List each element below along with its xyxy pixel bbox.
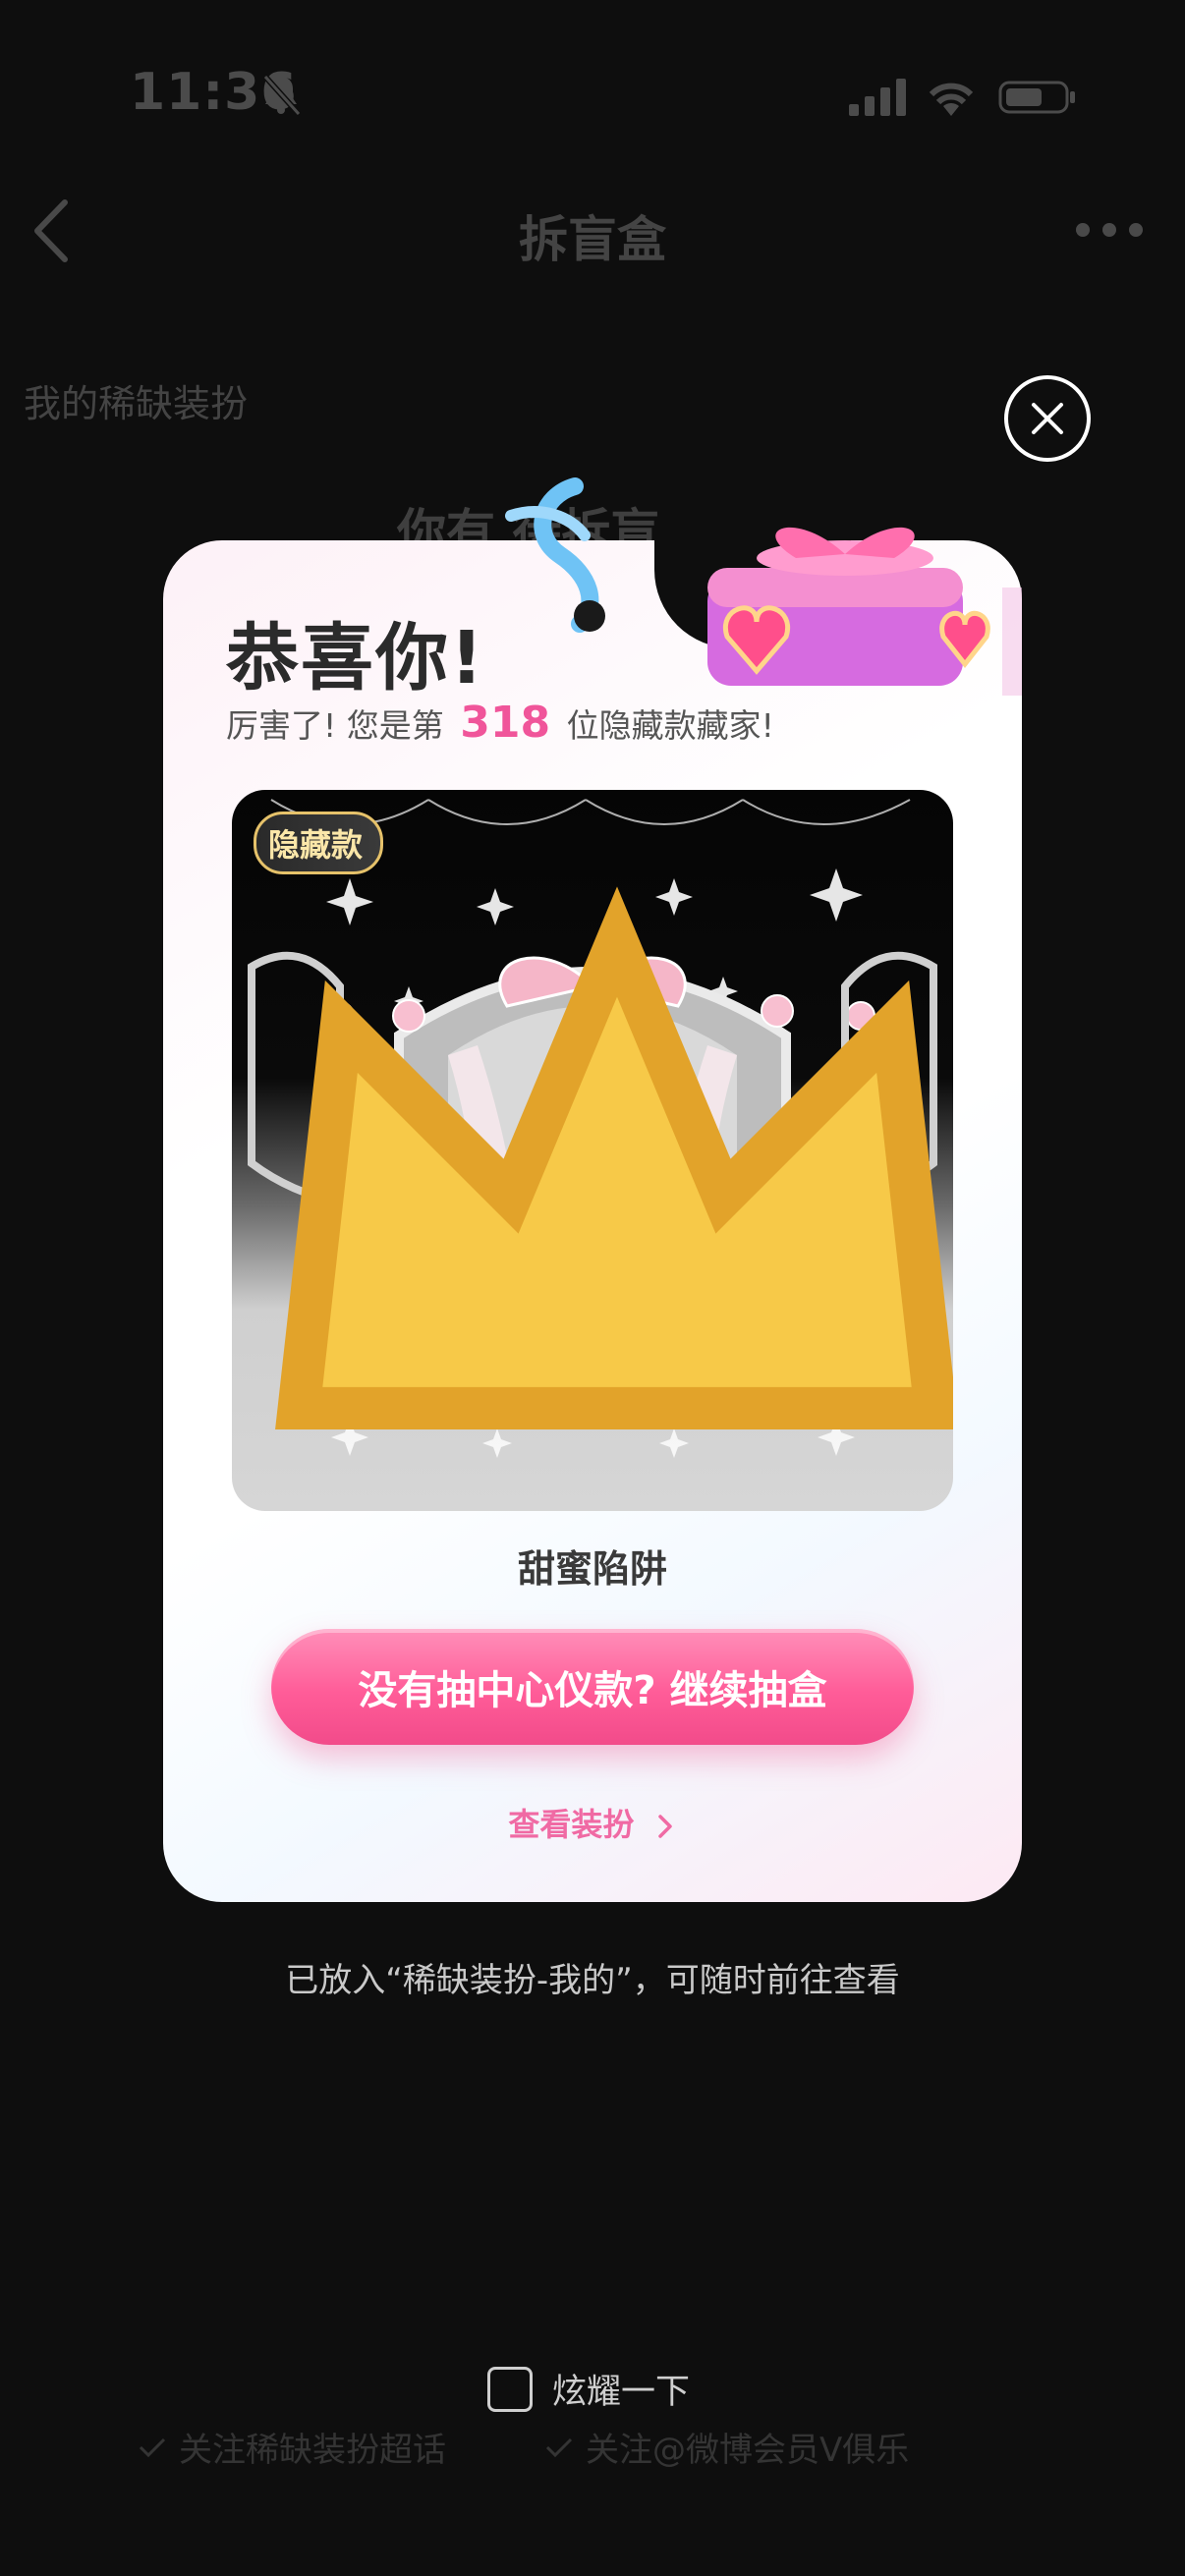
check-icon: [545, 2437, 573, 2457]
item-artwork: 隐藏款: [232, 790, 953, 1511]
bell-off-icon: [262, 74, 302, 117]
follow-option-label: 关注@微博会员V俱乐: [586, 2431, 910, 2470]
follow-option[interactable]: 关注@微博会员V俱乐: [544, 2423, 909, 2471]
status-bar: 11:36: [0, 0, 1185, 187]
close-button[interactable]: [1004, 375, 1091, 462]
item-name: 甜蜜陷阱: [517, 1547, 667, 1591]
subtitle-prefix: 厉害了! 您是第: [226, 706, 444, 745]
crown-icon: [275, 886, 953, 1430]
follow-options: 关注稀缺装扮超话 关注@微博会员V俱乐: [138, 2423, 1061, 2471]
share-label: 炫耀一下: [552, 2373, 691, 2412]
follow-option-label: 关注稀缺装扮超话: [179, 2431, 446, 2470]
hook-decoration: [505, 477, 605, 633]
modal-subtitle: 厉害了! 您是第 318 位隐藏款藏家!: [226, 698, 774, 748]
view-outfit-label: 查看装扮: [508, 1806, 635, 1843]
share-checkbox[interactable]: [487, 2366, 533, 2412]
subtitle-suffix: 位隐藏款藏家!: [566, 706, 774, 745]
modal-title: 恭喜你!: [226, 616, 485, 700]
more-icon[interactable]: [1075, 220, 1144, 240]
section-label: 我的稀缺装扮: [24, 382, 249, 425]
check-icon: [139, 2437, 166, 2457]
chevron-right-icon: [657, 1815, 672, 1838]
collector-rank: 318: [460, 698, 551, 748]
hidden-edition-badge: 隐藏款: [254, 812, 953, 1430]
page-title: 拆盲盒: [519, 211, 666, 268]
wifi-icon: [929, 83, 974, 116]
gift-box-decoration: [707, 527, 1022, 696]
reward-modal: 恭喜你! 厉害了! 您是第 318 位隐藏款藏家! 隐藏款 甜蜜陷阱 没有抽中心…: [163, 531, 1022, 1902]
close-icon: [1032, 403, 1063, 434]
view-outfit-link[interactable]: 查看装扮: [163, 1800, 1022, 1845]
battery-icon: [998, 81, 1075, 114]
stored-note: 已放入“稀缺装扮-我的”，可随时前往查看: [285, 1961, 900, 2000]
signal-icon: [849, 79, 906, 116]
follow-option[interactable]: 关注稀缺装扮超话: [138, 2423, 446, 2471]
continue-draw-button[interactable]: 没有抽中心仪款? 继续抽盒: [271, 1629, 914, 1745]
share-option[interactable]: 炫耀一下: [487, 2364, 690, 2414]
